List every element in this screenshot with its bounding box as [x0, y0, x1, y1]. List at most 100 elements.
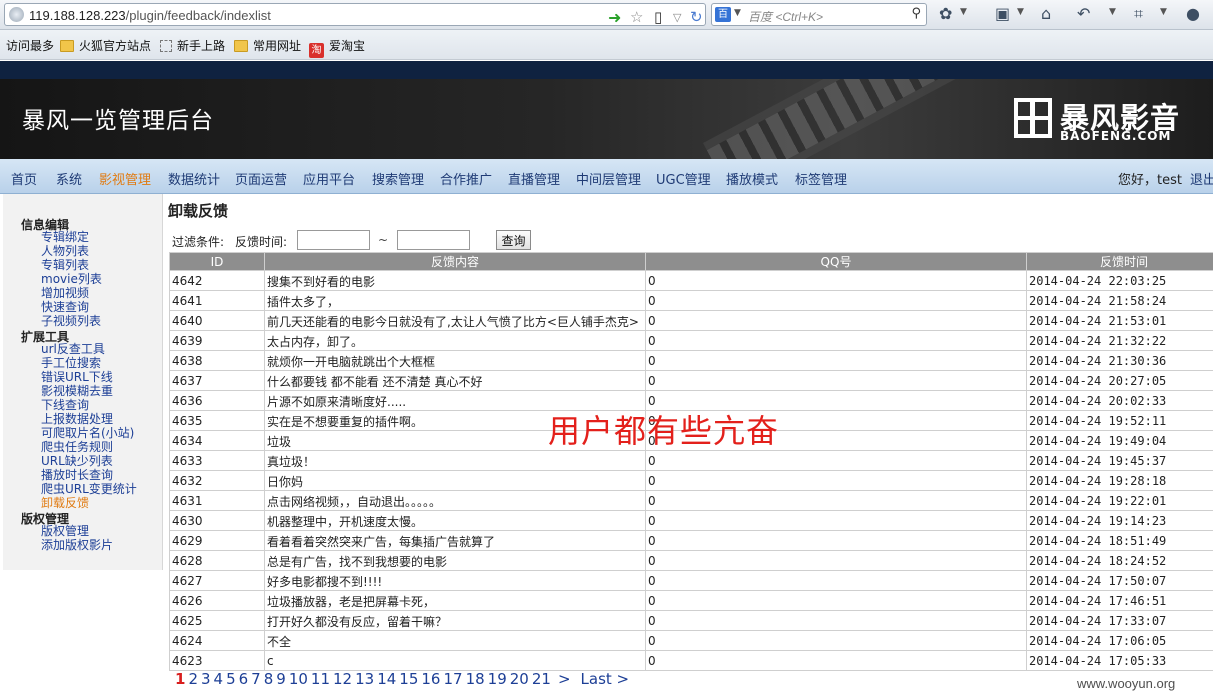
sidebar-link[interactable]: 专辑列表: [41, 258, 89, 272]
sidebar-link[interactable]: 版权管理: [41, 524, 89, 538]
bookmark-label: 访问最多: [6, 39, 55, 53]
magnifier-icon[interactable]: ⚲: [911, 6, 921, 21]
sidebar-link[interactable]: 下线查询: [41, 398, 89, 412]
page-link[interactable]: 13: [355, 670, 374, 688]
page-next-link[interactable]: >: [558, 670, 571, 688]
page-link[interactable]: 9: [276, 670, 286, 688]
cell-id: 4626: [169, 590, 265, 611]
cell-time: 2014-04-24 18:24:52: [1026, 550, 1213, 571]
bookmark-firefox-site[interactable]: 火狐官方站点: [60, 37, 151, 54]
addon-icon[interactable]: ✿: [939, 4, 952, 23]
crop-icon[interactable]: ⌗: [1134, 4, 1143, 24]
bookmark-star-icon[interactable]: ☆: [630, 8, 643, 26]
page-link[interactable]: 4: [214, 670, 224, 688]
sidebar-link-uninstall-feedback[interactable]: 卸载反馈: [41, 496, 89, 510]
url-text[interactable]: 119.188.128.223/plugin/feedback/indexlis…: [29, 8, 271, 23]
sidebar-link[interactable]: 可爬取片名(小站): [41, 426, 134, 440]
bookmark-common-sites[interactable]: 常用网址: [234, 37, 301, 54]
page-link[interactable]: 15: [399, 670, 418, 688]
nav-item-home[interactable]: 首页: [11, 169, 37, 188]
table-row: 4639 太占内存，卸了。 0 2014-04-24 21:32:22: [169, 330, 1213, 351]
sidebar-link[interactable]: URL缺少列表: [41, 454, 113, 468]
nav-item-cooperation[interactable]: 合作推广: [440, 169, 492, 188]
nav-item-live-management[interactable]: 直播管理: [508, 169, 560, 188]
page-link[interactable]: 5: [226, 670, 236, 688]
start-date-input[interactable]: [297, 230, 370, 250]
page-link[interactable]: 17: [443, 670, 462, 688]
nav-item-app-platform[interactable]: 应用平台: [303, 169, 355, 188]
crop-dropdown-icon[interactable]: ▼: [1160, 7, 1167, 17]
bookmark-taobao[interactable]: 淘爱淘宝: [309, 37, 365, 58]
sidebar-link[interactable]: 错误URL下线: [41, 370, 113, 384]
page-link[interactable]: 20: [510, 670, 529, 688]
sidebar-link[interactable]: 添加版权影片: [41, 538, 113, 552]
nav-item-search-management[interactable]: 搜索管理: [372, 169, 424, 188]
page-link[interactable]: 7: [251, 670, 261, 688]
nav-item-middleware[interactable]: 中间层管理: [576, 169, 641, 188]
end-date-input[interactable]: [397, 230, 470, 250]
download-dropdown-icon[interactable]: ▼: [1017, 7, 1024, 17]
search-box[interactable]: 百 ▼ 百度 <Ctrl+K> ⚲: [711, 3, 927, 26]
home-icon[interactable]: ⌂: [1041, 4, 1051, 23]
addon-dropdown-icon[interactable]: ▼: [960, 7, 967, 17]
cell-id: 4632: [169, 470, 265, 491]
cell-content: 太占内存，卸了。: [264, 330, 646, 351]
history-dropdown-icon[interactable]: ▽: [673, 9, 681, 27]
sidebar-link[interactable]: 上报数据处理: [41, 412, 113, 426]
table-row: 4631 点击网络视频，，自动退出。。。。。 0 2014-04-24 19:22:0…: [169, 490, 1213, 511]
page-last-link[interactable]: Last >: [581, 670, 630, 688]
go-icon[interactable]: ➜: [608, 9, 621, 27]
nav-item-ugc[interactable]: UGC管理: [656, 169, 711, 188]
phone-icon[interactable]: ▯: [654, 8, 662, 26]
page-link[interactable]: 3: [201, 670, 211, 688]
page-link[interactable]: 16: [421, 670, 440, 688]
site-identity-icon[interactable]: [9, 7, 24, 22]
sidebar-link[interactable]: 影视模糊去重: [41, 384, 113, 398]
sidebar-link[interactable]: 专辑绑定: [41, 230, 89, 244]
page-link[interactable]: 18: [466, 670, 485, 688]
sidebar-link[interactable]: url反查工具: [41, 342, 105, 356]
baidu-icon[interactable]: 百: [715, 7, 731, 22]
nav-item-video-management[interactable]: 影视管理: [99, 169, 151, 188]
page-link[interactable]: 14: [377, 670, 396, 688]
page-link[interactable]: 12: [333, 670, 352, 688]
bookmark-getting-started[interactable]: 新手上路: [160, 37, 225, 54]
sidebar-link[interactable]: movie列表: [41, 272, 102, 286]
page-link[interactable]: 2: [188, 670, 198, 688]
page-link[interactable]: 10: [289, 670, 308, 688]
table-row: 4632 日你妈 0 2014-04-24 19:28:18: [169, 470, 1213, 491]
search-placeholder[interactable]: 百度 <Ctrl+K>: [748, 8, 823, 25]
nav-item-page-ops[interactable]: 页面运营: [235, 169, 287, 188]
sidebar-link[interactable]: 手工位搜索: [41, 356, 101, 370]
bookmark-most-visited[interactable]: 访问最多: [6, 37, 54, 54]
sidebar-link[interactable]: 增加视频: [41, 286, 89, 300]
sidebar-link[interactable]: 快速查询: [41, 300, 89, 314]
reload-icon[interactable]: ↻: [690, 8, 703, 26]
nav-item-play-mode[interactable]: 播放模式: [726, 169, 778, 188]
undo-dropdown-icon[interactable]: ▼: [1109, 7, 1116, 17]
page-link[interactable]: 6: [239, 670, 249, 688]
nav-item-system[interactable]: 系统: [56, 169, 82, 188]
sidebar-link[interactable]: 爬虫任务规则: [41, 440, 113, 454]
undo-icon[interactable]: ↶: [1077, 4, 1090, 23]
page-link[interactable]: 8: [264, 670, 274, 688]
cell-time: 2014-04-24 17:06:05: [1026, 630, 1213, 651]
logout-link[interactable]: 退出: [1190, 169, 1213, 188]
page-link[interactable]: 21: [532, 670, 551, 688]
sidebar-link[interactable]: 播放时长查询: [41, 468, 113, 482]
url-bar[interactable]: 119.188.128.223/plugin/feedback/indexlis…: [4, 3, 706, 27]
cell-time: 2014-04-24 19:49:04: [1026, 430, 1213, 451]
cell-qq: 0: [645, 650, 1027, 671]
sidebar-link[interactable]: 人物列表: [41, 244, 89, 258]
sidebar-link[interactable]: 爬虫URL变更统计: [41, 482, 137, 496]
chat-icon[interactable]: ●: [1186, 4, 1200, 23]
table-row: 4628 总是有广告，找不到我想要的电影 0 2014-04-24 18:24:52: [169, 550, 1213, 571]
download-icon[interactable]: ▣: [995, 4, 1010, 23]
page-link[interactable]: 11: [311, 670, 330, 688]
nav-item-statistics[interactable]: 数据统计: [168, 169, 220, 188]
query-button[interactable]: 查询: [496, 230, 531, 250]
nav-item-tags[interactable]: 标签管理: [795, 169, 847, 188]
search-engine-dropdown-icon[interactable]: ▼: [734, 8, 741, 18]
page-link[interactable]: 19: [488, 670, 507, 688]
sidebar-link[interactable]: 子视频列表: [41, 314, 101, 328]
